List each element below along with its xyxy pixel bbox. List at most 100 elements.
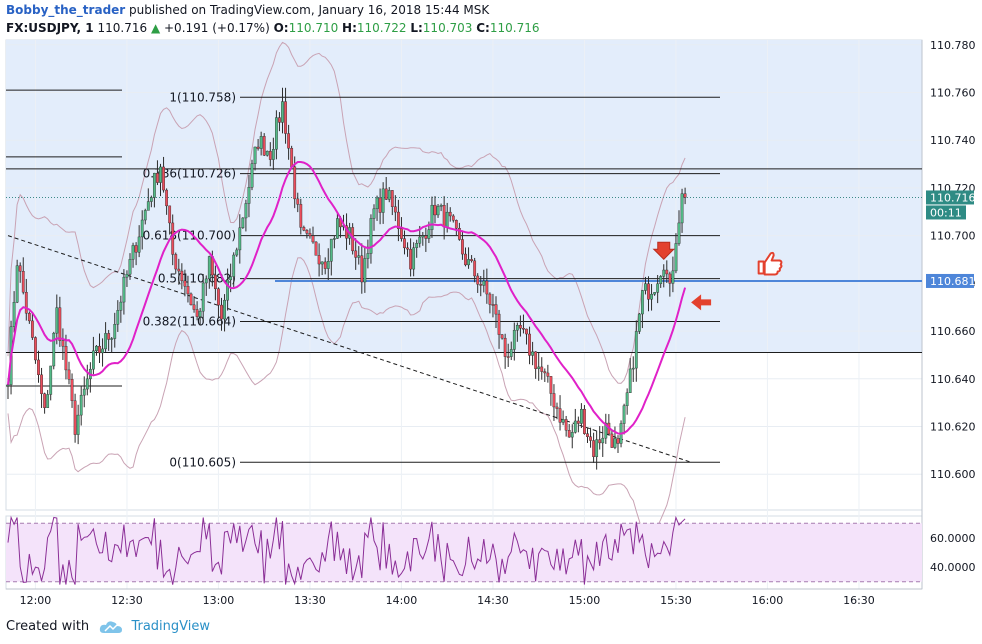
candle-body	[506, 356, 510, 358]
countdown-tag: 00:11	[930, 206, 962, 219]
x-tick-label: 12:30	[111, 594, 143, 607]
candle-body	[146, 201, 150, 211]
fib-level-label: 1(110.758)	[169, 90, 236, 104]
candle-body	[107, 333, 111, 340]
candle-body	[528, 333, 531, 356]
candle-body	[454, 220, 458, 229]
candle-body	[625, 392, 629, 406]
candle-body	[470, 259, 473, 262]
candle-body	[372, 208, 376, 219]
candle-body	[204, 278, 208, 284]
candle-body	[125, 273, 129, 278]
candle-body	[400, 228, 403, 239]
candle-body	[473, 260, 477, 277]
candle-body	[451, 215, 455, 221]
x-tick-label: 12:00	[20, 594, 52, 607]
candle-body	[308, 233, 312, 237]
candle-body	[171, 222, 175, 255]
candle-body	[540, 366, 544, 372]
candle-body	[256, 146, 260, 149]
candle-body	[552, 393, 556, 408]
candle-body	[220, 304, 223, 320]
candle-body	[278, 117, 281, 123]
candle-body	[445, 211, 449, 228]
candle-body	[287, 133, 290, 149]
candle-body	[491, 304, 495, 306]
candle-body	[134, 245, 138, 253]
candle-body	[665, 269, 669, 275]
candle-body	[592, 440, 596, 457]
candle-body	[46, 394, 50, 408]
candle-body	[555, 406, 559, 409]
x-tick-label: 13:00	[203, 594, 235, 607]
candle-body	[683, 193, 687, 198]
candle-body	[323, 261, 327, 269]
candle-body	[336, 218, 339, 239]
candle-body	[677, 222, 681, 244]
candle-body	[641, 290, 644, 315]
candle-body	[662, 269, 666, 277]
candle-body	[55, 307, 59, 334]
candle-body	[525, 328, 528, 335]
candle-body	[265, 150, 269, 156]
candle-body	[79, 394, 83, 416]
candle-body	[583, 408, 586, 434]
x-tick-label: 13:30	[294, 594, 326, 607]
candle-body	[281, 101, 284, 123]
candle-body	[403, 238, 406, 249]
candle-body	[500, 334, 504, 339]
candle-body	[140, 219, 144, 238]
candle-body	[259, 136, 263, 149]
candle-body	[448, 211, 452, 217]
candle-body	[631, 367, 635, 370]
candle-body	[101, 348, 104, 354]
candle-body	[250, 163, 254, 188]
candle-body	[424, 235, 428, 239]
candle-body	[326, 261, 330, 269]
candle-body	[113, 324, 117, 339]
candle-body	[586, 433, 589, 437]
candle-body	[15, 265, 19, 303]
candle-body	[213, 274, 217, 290]
candle-body	[293, 166, 297, 200]
candle-body	[195, 309, 199, 317]
x-tick-label: 14:30	[477, 594, 509, 607]
candle-body	[73, 400, 77, 435]
candle-body	[223, 299, 226, 320]
candle-body	[360, 255, 364, 283]
candle-body	[543, 371, 547, 374]
candle-body	[610, 433, 614, 448]
candle-body	[235, 249, 239, 256]
candle-body	[198, 310, 202, 317]
candle-body	[49, 365, 53, 395]
candle-body	[168, 205, 172, 224]
candle-body	[503, 337, 507, 357]
candle-body	[268, 150, 272, 160]
candle-body	[320, 261, 324, 265]
candle-body	[37, 359, 40, 376]
candle-body	[628, 368, 632, 393]
candle-body	[418, 236, 422, 244]
candle-body	[653, 292, 657, 295]
candle-body	[64, 346, 68, 371]
candle-body	[479, 284, 483, 286]
candle-body	[284, 101, 287, 134]
candle-body	[43, 393, 47, 408]
candle-body	[76, 414, 80, 435]
candle-body	[357, 255, 361, 258]
candle-body	[98, 345, 101, 354]
candle-body	[668, 273, 672, 284]
candle-body	[381, 188, 385, 213]
candle-body	[61, 340, 65, 347]
candle-body	[207, 256, 211, 280]
candle-body	[467, 259, 470, 266]
tradingview-link[interactable]: TradingView	[131, 619, 210, 634]
candle-body	[70, 379, 74, 402]
candle-body	[165, 189, 168, 207]
price-chart[interactable]: 110.780110.760110.740110.720110.700110.6…	[0, 0, 982, 612]
candle-body	[128, 259, 132, 275]
x-tick-label: 16:00	[752, 594, 784, 607]
horizontal-line-tag: 110.681	[930, 275, 976, 288]
fib-zone	[6, 40, 922, 353]
candle-body	[91, 350, 95, 370]
